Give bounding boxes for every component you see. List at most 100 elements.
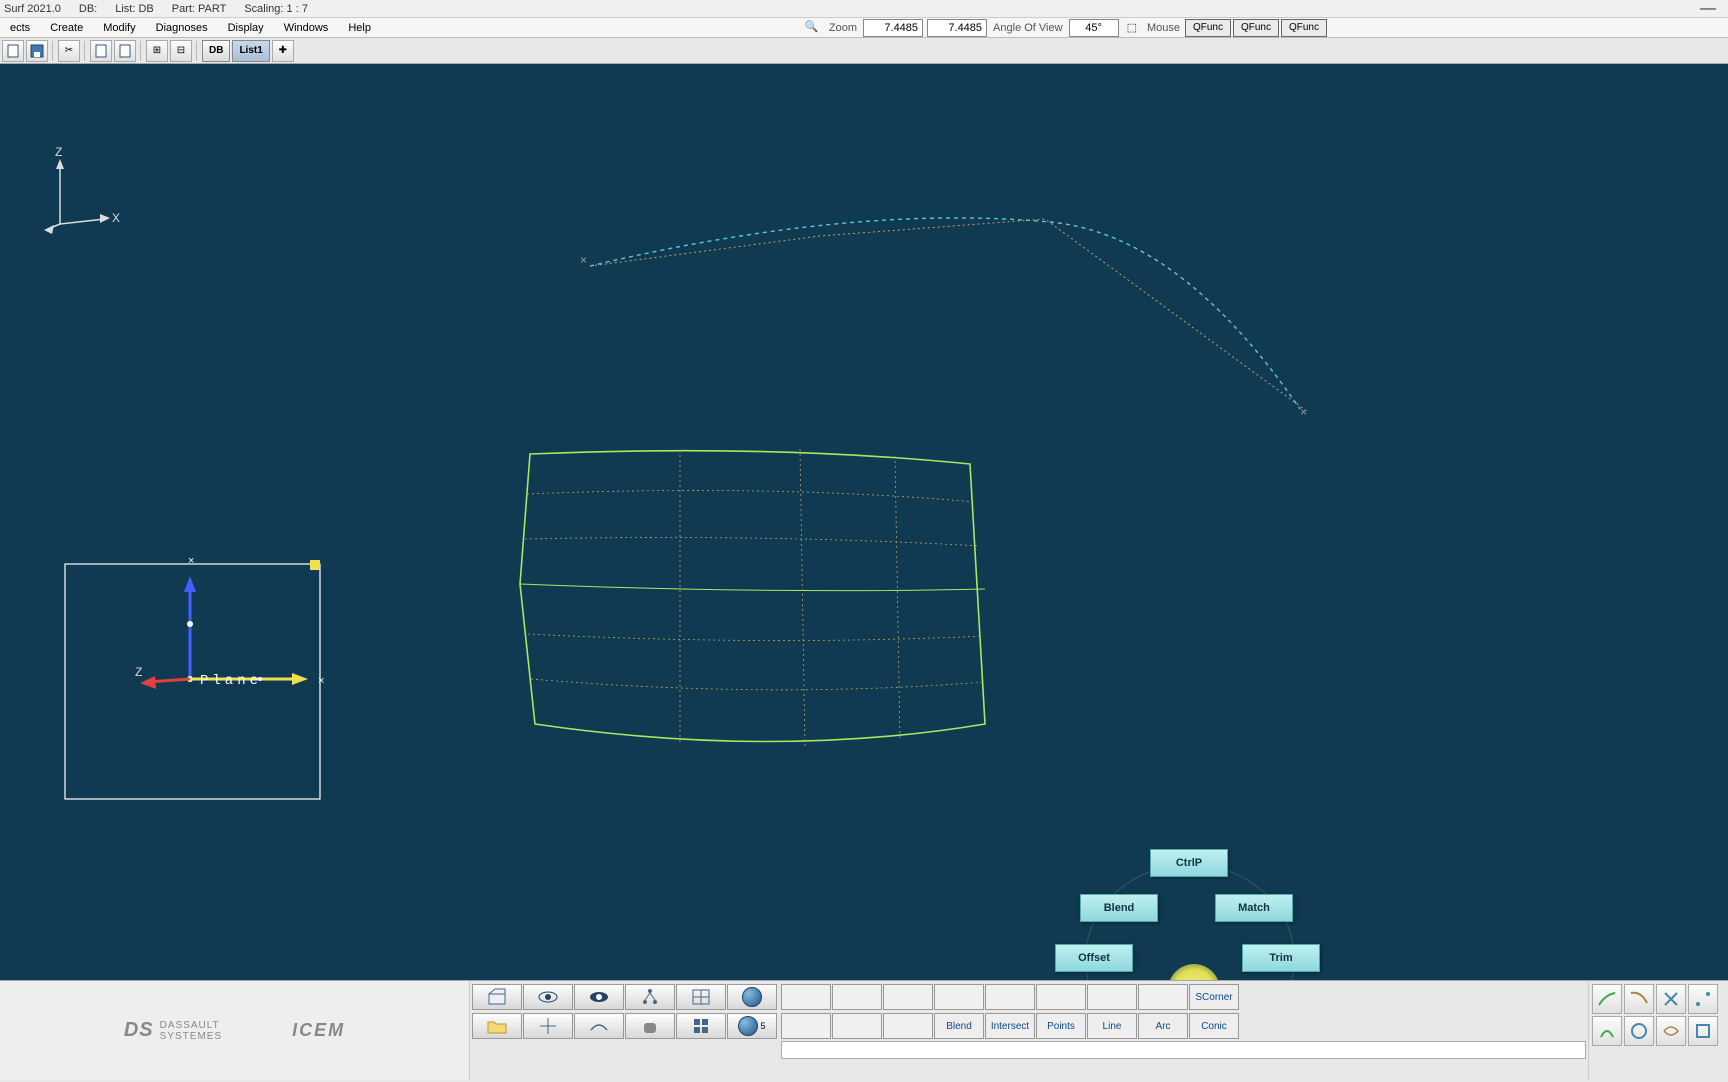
zoom-label: Zoom bbox=[829, 22, 857, 34]
fn-r2-0c[interactable] bbox=[883, 1013, 933, 1039]
view-grid-button[interactable] bbox=[676, 984, 726, 1010]
fn-r2-0b[interactable] bbox=[832, 1013, 882, 1039]
menu-display[interactable]: Display bbox=[218, 22, 274, 34]
view-1-button[interactable] bbox=[472, 984, 522, 1010]
hand-button[interactable] bbox=[625, 1013, 675, 1039]
new-button[interactable] bbox=[2, 40, 24, 62]
perspective-icon[interactable]: ⬚ bbox=[1127, 21, 1137, 34]
zoom-y-input[interactable] bbox=[927, 19, 987, 37]
guide-curve: × × bbox=[580, 218, 1308, 419]
menu-help[interactable]: Help bbox=[338, 22, 381, 34]
view-eye1-button[interactable] bbox=[523, 984, 573, 1010]
fn-scorner-button[interactable]: SCorner bbox=[1189, 984, 1239, 1010]
menu-diagnoses[interactable]: Diagnoses bbox=[146, 22, 218, 34]
fn-points-button[interactable]: Points bbox=[1036, 1013, 1086, 1039]
fn-arc-button[interactable]: Arc bbox=[1138, 1013, 1188, 1039]
mouse-label: Mouse bbox=[1147, 22, 1180, 34]
doc1-button[interactable] bbox=[90, 40, 112, 62]
view-eye2-button[interactable] bbox=[574, 984, 624, 1010]
work-plane[interactable]: × × Z Plane bbox=[65, 555, 324, 799]
qfunc-button-3[interactable]: QFunc bbox=[1281, 19, 1327, 37]
db-tab[interactable]: DB bbox=[202, 40, 230, 62]
radial-trim-button[interactable]: Trim bbox=[1242, 944, 1320, 972]
rtool-3[interactable] bbox=[1656, 984, 1686, 1014]
db-label: DB: bbox=[79, 3, 97, 15]
fn-line-button[interactable]: Line bbox=[1087, 1013, 1137, 1039]
surface-patch bbox=[520, 449, 985, 749]
qfunc-button-2[interactable]: QFunc bbox=[1233, 19, 1279, 37]
fn-r1-3[interactable] bbox=[883, 984, 933, 1010]
menu-objects[interactable]: ects bbox=[0, 22, 40, 34]
fn-r1-6[interactable] bbox=[1036, 984, 1086, 1010]
list1-tab[interactable]: List1 bbox=[232, 40, 269, 62]
svg-text:×: × bbox=[580, 253, 587, 267]
rtool-6[interactable] bbox=[1624, 1016, 1654, 1046]
part-label: Part: PART bbox=[172, 3, 227, 15]
main-toolbar: ✂ ⊞ ⊟ DB List1 ✚ bbox=[0, 38, 1728, 64]
fn-r1-1[interactable] bbox=[781, 984, 831, 1010]
align2-button[interactable]: ⊟ bbox=[170, 40, 192, 62]
align1-button[interactable]: ⊞ bbox=[146, 40, 168, 62]
radial-offset-button[interactable]: Offset bbox=[1055, 944, 1133, 972]
menu-modify[interactable]: Modify bbox=[93, 22, 145, 34]
logo-area: DS DASSAULT SYSTEMES ICEM bbox=[0, 981, 470, 1080]
fn-r1-7[interactable] bbox=[1087, 984, 1137, 1010]
radial-blend-button[interactable]: Blend bbox=[1080, 894, 1158, 922]
command-line[interactable] bbox=[781, 1041, 1586, 1059]
icem-logo: ICEM bbox=[292, 1020, 345, 1041]
fn-conic-button[interactable]: Conic bbox=[1189, 1013, 1239, 1039]
list-label: List: DB bbox=[115, 3, 154, 15]
cut-button[interactable]: ✂ bbox=[58, 40, 80, 62]
title-bar: Surf 2021.0 DB: List: DB Part: PART Scal… bbox=[0, 0, 1728, 18]
radial-match-button[interactable]: Match bbox=[1215, 894, 1293, 922]
radial-ctrlp-button[interactable]: CtrlP bbox=[1150, 849, 1228, 877]
svg-text:X: X bbox=[112, 211, 120, 225]
right-tool-panel bbox=[1588, 981, 1728, 1080]
center-button[interactable] bbox=[523, 1013, 573, 1039]
svg-text:×: × bbox=[318, 675, 324, 687]
fn-blend-button[interactable]: Blend bbox=[934, 1013, 984, 1039]
svg-text:×: × bbox=[188, 555, 194, 567]
svg-text:Z: Z bbox=[135, 665, 142, 679]
dassault-logo: DS DASSAULT SYSTEMES bbox=[124, 1019, 222, 1042]
qfunc-button-1[interactable]: QFunc bbox=[1185, 19, 1231, 37]
view-globe1-button[interactable] bbox=[727, 984, 777, 1010]
viewport-3d[interactable]: Z X × × bbox=[0, 64, 1728, 980]
doc2-button[interactable] bbox=[114, 40, 136, 62]
curve-tool-button[interactable] bbox=[574, 1013, 624, 1039]
save-button[interactable] bbox=[26, 40, 48, 62]
fn-r1-2[interactable] bbox=[832, 984, 882, 1010]
view-globe2-button[interactable]: 5 bbox=[727, 1013, 777, 1039]
zoom-x-input[interactable] bbox=[863, 19, 923, 37]
menu-create[interactable]: Create bbox=[40, 22, 93, 34]
zoom-icon: 🔍 bbox=[805, 20, 821, 36]
svg-text:Plane: Plane bbox=[200, 673, 262, 689]
aov-label: Angle Of View bbox=[993, 22, 1063, 34]
grid4-button[interactable] bbox=[676, 1013, 726, 1039]
fn-intersect-button[interactable]: Intersect bbox=[985, 1013, 1035, 1039]
add-list-button[interactable]: ✚ bbox=[272, 40, 294, 62]
menu-bar: ects Create Modify Diagnoses Display Win… bbox=[0, 18, 1728, 38]
view-tool-panel: 5 bbox=[470, 981, 779, 1080]
rtool-8[interactable] bbox=[1688, 1016, 1718, 1046]
function-panel: SCorner Blend Intersect Points Line Arc … bbox=[779, 981, 1588, 1080]
axis-gnomon: Z X bbox=[44, 145, 120, 234]
rtool-7[interactable] bbox=[1656, 1016, 1686, 1046]
svg-text:Z: Z bbox=[55, 145, 62, 159]
menu-windows[interactable]: Windows bbox=[274, 22, 339, 34]
fn-r1-5[interactable] bbox=[985, 984, 1035, 1010]
rtool-4[interactable] bbox=[1688, 984, 1718, 1014]
fn-r1-8[interactable] bbox=[1138, 984, 1188, 1010]
bottom-bar: DS DASSAULT SYSTEMES ICEM 5 bbox=[0, 980, 1728, 1080]
minimize-button[interactable]: — bbox=[1692, 0, 1724, 18]
scaling-label: Scaling: 1 : 7 bbox=[244, 3, 308, 15]
aov-input[interactable] bbox=[1069, 19, 1119, 37]
folder-button[interactable] bbox=[472, 1013, 522, 1039]
fn-r1-4[interactable] bbox=[934, 984, 984, 1010]
view-tree-button[interactable] bbox=[625, 984, 675, 1010]
app-name: Surf 2021.0 bbox=[4, 3, 61, 15]
rtool-5[interactable] bbox=[1592, 1016, 1622, 1046]
rtool-1[interactable] bbox=[1592, 984, 1622, 1014]
fn-r2-0a[interactable] bbox=[781, 1013, 831, 1039]
rtool-2[interactable] bbox=[1624, 984, 1654, 1014]
